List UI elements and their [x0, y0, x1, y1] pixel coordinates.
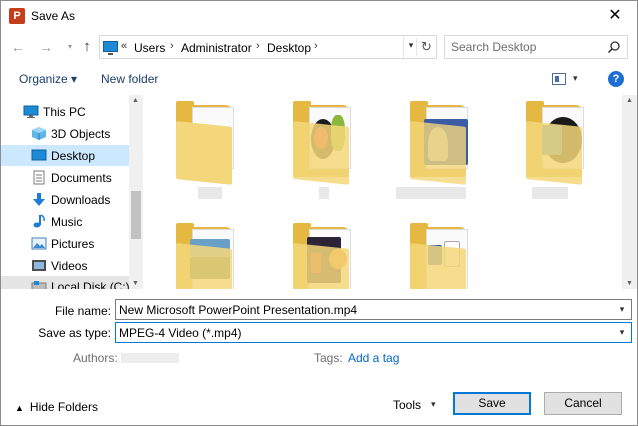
- back-arrow-icon[interactable]: ←: [9, 37, 27, 57]
- view-options-dropdown-icon[interactable]: ▾: [573, 73, 578, 84]
- this-pc-icon: [23, 105, 39, 118]
- sidebar-item-documents[interactable]: Documents: [1, 167, 129, 188]
- folder-item[interactable]: [289, 101, 373, 201]
- authors-label: Authors:: [73, 351, 118, 365]
- file-list-scrollbar[interactable]: ▲ ▼: [622, 95, 637, 289]
- search-box[interactable]: [444, 35, 628, 59]
- sidebar-item-label: 3D Objects: [51, 127, 111, 141]
- sidebar-item-music[interactable]: Music: [1, 211, 129, 232]
- videos-icon: [32, 260, 46, 271]
- close-button[interactable]: ✕: [597, 3, 633, 29]
- file-name-dropdown-icon[interactable]: ▾: [614, 301, 630, 318]
- scroll-down-icon[interactable]: ▼: [626, 280, 633, 287]
- new-folder-button[interactable]: New folder: [101, 72, 158, 86]
- sidebar-item-label: Pictures: [51, 237, 95, 251]
- powerpoint-app-icon: P: [9, 8, 25, 24]
- breadcrumb-separator-icon[interactable]: ›: [314, 40, 318, 52]
- file-name-value[interactable]: New Microsoft PowerPoint Presentation.mp…: [119, 303, 357, 317]
- file-name-field[interactable]: New Microsoft PowerPoint Presentation.mp…: [115, 299, 632, 320]
- pictures-icon: [31, 237, 47, 250]
- folder-item[interactable]: [289, 223, 373, 289]
- navigation-pane: This PC 3D Objects Desktop Documents Dow…: [1, 95, 143, 289]
- folder-name-redacted: [198, 187, 222, 199]
- navigation-bar: ← → ▾ ↑ « Users › Administrator › Deskto…: [1, 31, 637, 63]
- help-icon[interactable]: ?: [608, 71, 624, 87]
- search-icon[interactable]: [607, 40, 621, 54]
- folder-item[interactable]: [172, 101, 256, 201]
- folder-item[interactable]: [396, 101, 490, 201]
- hide-folders-button[interactable]: ▲ Hide Folders: [15, 400, 98, 414]
- search-input[interactable]: [451, 40, 601, 54]
- save-as-type-label: Save as type:: [38, 326, 111, 340]
- folder-name-redacted: [396, 187, 466, 199]
- downloads-icon: [33, 193, 45, 206]
- desktop-icon: [31, 149, 47, 161]
- music-icon: [33, 214, 45, 228]
- documents-icon: [33, 170, 45, 185]
- refresh-icon[interactable]: ↻: [416, 38, 436, 56]
- sidebar-item-label: This PC: [43, 105, 86, 119]
- sidebar-item-videos[interactable]: Videos: [1, 255, 129, 276]
- save-as-dialog: P Save As ✕ ← → ▾ ↑ « Users › Administra…: [0, 0, 638, 426]
- scroll-up-icon[interactable]: ▲: [626, 97, 633, 104]
- breadcrumb-users[interactable]: Users: [134, 41, 165, 55]
- up-arrow-icon[interactable]: ↑: [78, 37, 96, 57]
- address-overflow-chevron[interactable]: «: [121, 40, 127, 52]
- scrollbar-thumb[interactable]: [131, 191, 141, 239]
- address-bar[interactable]: « Users › Administrator › Desktop › ▾ ↻: [99, 35, 437, 59]
- command-toolbar: Organize ▾ New folder ▾ ?: [1, 65, 637, 93]
- dialog-title: Save As: [31, 9, 76, 23]
- title-bar: P Save As ✕: [1, 1, 637, 31]
- organize-button[interactable]: Organize ▾: [19, 72, 77, 86]
- tags-label: Tags:: [314, 351, 343, 365]
- 3d-objects-icon: [32, 127, 46, 140]
- save-as-type-select[interactable]: MPEG-4 Video (*.mp4) ▾: [115, 322, 632, 343]
- tools-dropdown-icon[interactable]: ▾: [431, 399, 436, 410]
- navigation-pane-scrollbar[interactable]: ▲ ▼: [129, 95, 143, 289]
- sidebar-item-label: Documents: [51, 171, 112, 185]
- computer-icon: [103, 41, 118, 55]
- file-name-label: File name:: [54, 304, 111, 318]
- chevron-up-icon: ▲: [15, 403, 24, 413]
- breadcrumb-separator-icon[interactable]: ›: [170, 40, 174, 52]
- sidebar-item-local-disk[interactable]: Local Disk (C:): [1, 276, 130, 289]
- authors-value-redacted[interactable]: [121, 353, 179, 363]
- sidebar-item-downloads[interactable]: Downloads: [1, 189, 129, 210]
- save-as-type-dropdown-icon[interactable]: ▾: [614, 324, 630, 341]
- folder-name-redacted: [319, 187, 329, 199]
- breadcrumb-desktop[interactable]: Desktop: [267, 41, 311, 55]
- recent-locations-chevron-icon[interactable]: ▾: [61, 37, 79, 57]
- sidebar-item-3d-objects[interactable]: 3D Objects: [1, 123, 129, 144]
- folder-item[interactable]: [522, 101, 606, 201]
- sidebar-item-label: Downloads: [51, 193, 111, 207]
- breadcrumb-administrator[interactable]: Administrator: [181, 41, 252, 55]
- sidebar-item-pictures[interactable]: Pictures: [1, 233, 129, 254]
- add-tag-link[interactable]: Add a tag: [348, 351, 399, 365]
- cancel-button[interactable]: Cancel: [544, 392, 622, 415]
- forward-arrow-icon[interactable]: →: [37, 37, 55, 57]
- hide-folders-label: Hide Folders: [29, 400, 98, 414]
- local-disk-icon: [31, 281, 47, 289]
- breadcrumb-separator-icon[interactable]: ›: [256, 40, 260, 52]
- save-button[interactable]: Save: [453, 392, 531, 415]
- tools-button[interactable]: Tools: [393, 398, 421, 412]
- folder-item[interactable]: [172, 223, 256, 289]
- dialog-footer: ▲ Hide Folders Tools ▾ Save Cancel: [1, 385, 637, 425]
- sidebar-item-this-pc[interactable]: This PC: [1, 101, 129, 122]
- change-view-icon[interactable]: [552, 73, 566, 85]
- file-list-pane[interactable]: [144, 95, 622, 289]
- scroll-down-icon[interactable]: ▼: [132, 280, 139, 287]
- scroll-up-icon[interactable]: ▲: [132, 97, 139, 104]
- sidebar-item-label: Local Disk (C:): [51, 280, 130, 289]
- sidebar-item-label: Music: [51, 215, 83, 229]
- folder-item[interactable]: [406, 223, 490, 289]
- sidebar-item-desktop[interactable]: Desktop: [1, 145, 129, 166]
- save-form: File name: New Microsoft PowerPoint Pres…: [1, 293, 637, 373]
- save-as-type-value[interactable]: MPEG-4 Video (*.mp4): [119, 326, 242, 340]
- sidebar-item-label: Desktop: [51, 149, 96, 163]
- sidebar-item-label: Videos: [51, 259, 88, 273]
- folder-name-redacted: [532, 187, 568, 199]
